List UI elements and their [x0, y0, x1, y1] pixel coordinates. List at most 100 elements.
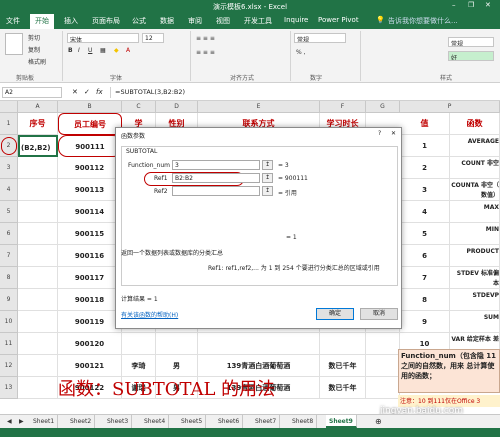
tab-formulas[interactable]: 公式: [132, 16, 146, 26]
italic-icon[interactable]: I: [78, 47, 80, 54]
cancel-entry-icon[interactable]: ✕: [72, 88, 78, 96]
style-normal[interactable]: 常规: [448, 37, 494, 47]
column-header[interactable]: B: [58, 101, 122, 113]
cell-seq[interactable]: [18, 267, 58, 289]
column-header[interactable]: E: [198, 101, 320, 113]
nav-next-icon[interactable]: ▶: [16, 415, 27, 428]
minimize-button[interactable]: –: [452, 1, 456, 9]
paste-icon[interactable]: [5, 33, 23, 55]
nav-prev-icon[interactable]: ◀: [4, 415, 15, 428]
cell-seq[interactable]: [18, 333, 58, 355]
style-good[interactable]: 好: [448, 51, 494, 61]
tab-file[interactable]: 文件: [6, 16, 20, 26]
cell-emp-id[interactable]: 900117: [58, 267, 122, 289]
column-header[interactable]: D: [156, 101, 198, 113]
row-header[interactable]: 6: [0, 223, 18, 245]
table-cell[interactable]: 男: [156, 355, 198, 377]
tell-me-search[interactable]: 告诉我你想要做什么...: [388, 16, 458, 26]
tab-home[interactable]: 开始: [30, 14, 54, 29]
cell-emp-id[interactable]: 900118: [58, 289, 122, 311]
cell-seq[interactable]: [18, 157, 58, 179]
header-emp-id[interactable]: 员工编号: [58, 113, 122, 135]
column-header[interactable]: G: [366, 101, 400, 113]
cell-emp-id[interactable]: 900116: [58, 245, 122, 267]
ok-button[interactable]: 确定: [316, 308, 354, 320]
collapse-icon[interactable]: ↥: [262, 186, 273, 196]
tab-power-pivot[interactable]: Power Pivot: [318, 16, 359, 24]
cell-emp-id[interactable]: 900115: [58, 223, 122, 245]
confirm-entry-icon[interactable]: ✓: [84, 88, 90, 96]
table-cell[interactable]: [156, 333, 198, 355]
sheet-tab[interactable]: Sheet3: [104, 415, 133, 428]
bold-icon[interactable]: B: [68, 47, 73, 54]
row-header[interactable]: 12: [0, 355, 18, 377]
cell-func-value[interactable]: 5: [400, 223, 450, 245]
cancel-button[interactable]: 取消: [360, 308, 398, 320]
cell-emp-id[interactable]: 900121: [58, 355, 122, 377]
row-header[interactable]: 9: [0, 289, 18, 311]
table-cell[interactable]: 李琦: [122, 355, 156, 377]
header-function[interactable]: 函数: [450, 113, 500, 135]
cell-func-value[interactable]: 1: [400, 135, 450, 157]
cell-seq[interactable]: [18, 311, 58, 333]
cell-seq[interactable]: [18, 289, 58, 311]
cell-seq[interactable]: [18, 201, 58, 223]
cell-func-value[interactable]: 6: [400, 245, 450, 267]
tab-review[interactable]: 审阅: [188, 16, 202, 26]
cell-emp-id[interactable]: 900120: [58, 333, 122, 355]
table-cell[interactable]: [366, 333, 400, 355]
row-header[interactable]: 13: [0, 377, 18, 399]
dialog-help-button[interactable]: ?: [378, 130, 381, 137]
name-box[interactable]: A2: [2, 87, 62, 98]
cell-emp-id[interactable]: 900111: [58, 135, 122, 157]
cell-seq[interactable]: [18, 377, 58, 399]
column-header[interactable]: F: [320, 101, 366, 113]
cell-func-name[interactable]: MAX: [450, 201, 500, 223]
arg1-input[interactable]: 3: [172, 160, 260, 170]
cell-seq[interactable]: [18, 245, 58, 267]
arg2-input[interactable]: B2:B2: [172, 173, 260, 183]
font-name-combo[interactable]: 宋体: [67, 33, 139, 43]
cell-func-value[interactable]: 8: [400, 289, 450, 311]
fill-color-icon[interactable]: ◆: [114, 47, 119, 54]
cell-func-name[interactable]: COUNTA 非空（ 数值）: [450, 179, 500, 201]
sheet-tab[interactable]: Sheet4: [141, 415, 170, 428]
dialog-close-button[interactable]: ✕: [391, 130, 396, 137]
borders-icon[interactable]: ▦: [100, 47, 106, 54]
close-button[interactable]: ✕: [485, 1, 491, 9]
row-header[interactable]: 1: [0, 113, 18, 135]
cell-func-name[interactable]: PRODUCT: [450, 245, 500, 267]
cell-seq[interactable]: [18, 355, 58, 377]
tab-page-layout[interactable]: 页面布局: [92, 16, 120, 26]
cell-seq[interactable]: [18, 223, 58, 245]
sheet-tab[interactable]: Sheet6: [215, 415, 244, 428]
cell-func-name[interactable]: STDEV 标准偏 本: [450, 267, 500, 289]
number-format-combo[interactable]: 常规: [294, 33, 346, 43]
cell-func-name[interactable]: MIN: [450, 223, 500, 245]
sheet-tab[interactable]: Sheet1: [30, 415, 59, 428]
tab-insert[interactable]: 插入: [64, 16, 78, 26]
restore-button[interactable]: ❐: [468, 1, 474, 9]
table-cell[interactable]: 数已千年: [320, 377, 366, 399]
help-link[interactable]: 有关该函数的帮助(H): [121, 310, 178, 319]
row-header[interactable]: 11: [0, 333, 18, 355]
cell-emp-id[interactable]: 900113: [58, 179, 122, 201]
copy-button[interactable]: 复制: [28, 45, 40, 54]
font-size-combo[interactable]: 12: [142, 33, 164, 43]
cell-func-value[interactable]: 9: [400, 311, 450, 333]
header-seq[interactable]: 序号: [18, 113, 58, 135]
row-header[interactable]: 3: [0, 157, 18, 179]
row-header[interactable]: 7: [0, 245, 18, 267]
cell-a2[interactable]: (B2,B2): [18, 135, 58, 157]
font-color-icon[interactable]: A: [126, 47, 130, 54]
format-painter-button[interactable]: 格式刷: [28, 57, 46, 66]
cell-seq[interactable]: [18, 179, 58, 201]
cut-button[interactable]: 剪切: [28, 33, 40, 42]
row-header[interactable]: 5: [0, 201, 18, 223]
row-header[interactable]: 10: [0, 311, 18, 333]
tab-developer[interactable]: 开发工具: [244, 16, 272, 26]
select-all-corner[interactable]: [0, 101, 18, 113]
cell-func-name[interactable]: STDEVP: [450, 289, 500, 311]
table-cell[interactable]: [366, 355, 400, 377]
sheet-tab[interactable]: Sheet8: [289, 415, 318, 428]
